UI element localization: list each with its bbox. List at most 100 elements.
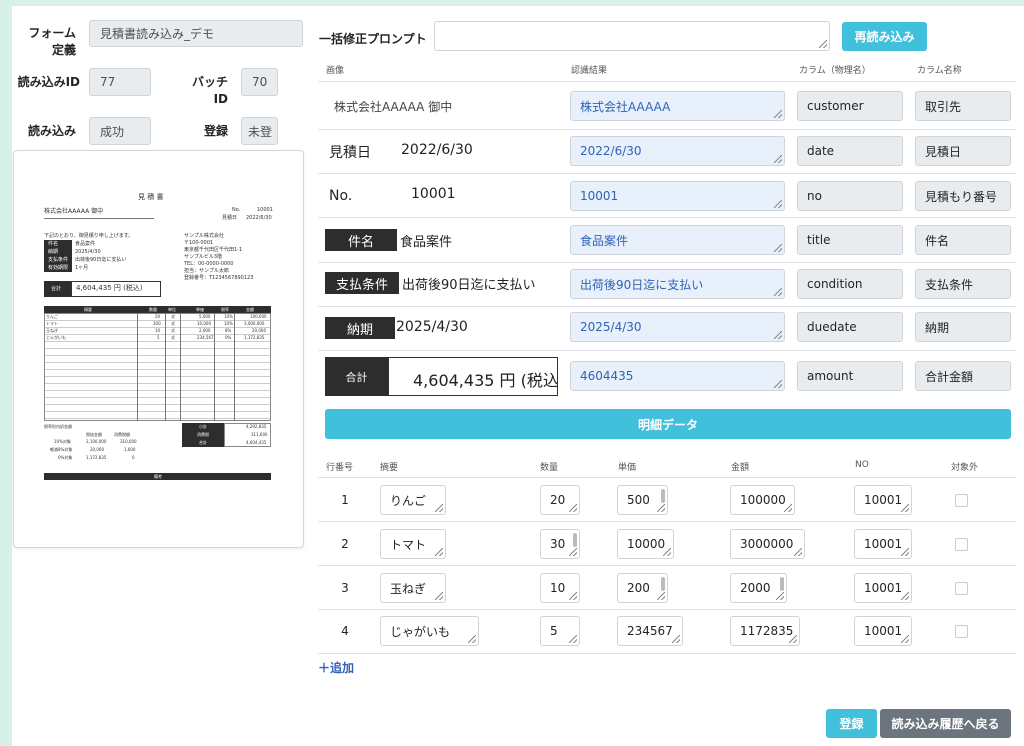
image-text: 食品案件 bbox=[400, 235, 453, 250]
doc-table-cell: 234,567 bbox=[197, 335, 214, 340]
doc-vendor-line: 担当：サンプル太郎 bbox=[184, 268, 229, 274]
detail-header-line: 行番号 bbox=[326, 463, 354, 473]
doc-info-value: 出荷後90日迄に支払い bbox=[75, 257, 127, 263]
back-to-history-button[interactable]: 読み込み履歴へ戻る bbox=[880, 709, 1011, 738]
resize-grip-icon bbox=[569, 635, 577, 643]
scrollbar[interactable] bbox=[780, 577, 784, 591]
detail-line-number: 1 bbox=[341, 493, 349, 507]
header-image: 画像 bbox=[326, 66, 345, 76]
exclude-checkbox[interactable] bbox=[955, 494, 968, 507]
detail-qty-input[interactable]: 20 bbox=[540, 485, 580, 515]
resize-grip-icon bbox=[901, 592, 909, 600]
detail-price-input[interactable]: 234567 bbox=[617, 616, 683, 646]
header-column-name: カラム名称 bbox=[917, 66, 962, 76]
add-row-link[interactable]: ＋追加 bbox=[318, 659, 354, 676]
detail-no-input[interactable]: 10001 bbox=[854, 573, 912, 603]
detail-no-input[interactable]: 10001 bbox=[854, 529, 912, 559]
doc-tax-cell: 1,600 bbox=[124, 447, 136, 452]
detail-qty-input[interactable]: 30 bbox=[540, 529, 580, 559]
result-input[interactable]: 2025/4/30 bbox=[570, 312, 785, 342]
resize-grip-icon bbox=[774, 244, 782, 252]
physical-name-field: condition bbox=[797, 269, 903, 299]
detail-item-input[interactable]: りんご bbox=[380, 485, 446, 515]
detail-price-input[interactable]: 10000 bbox=[617, 529, 674, 559]
register-button[interactable]: 登録 bbox=[826, 709, 877, 738]
resize-grip-icon bbox=[657, 592, 665, 600]
detail-item-input[interactable]: じゃがいも bbox=[380, 616, 479, 646]
doc-table-cell: 10 bbox=[155, 328, 161, 333]
doc-table-cell: りんご bbox=[46, 314, 58, 319]
doc-tax-cell: 20,000 bbox=[90, 447, 104, 452]
register-status-field: 未登 bbox=[241, 117, 278, 145]
doc-sum-label: 小計 bbox=[199, 424, 207, 429]
result-input[interactable]: 株式会社AAAAA bbox=[570, 91, 785, 121]
scrollbar[interactable] bbox=[661, 577, 665, 591]
image-label: 納期 bbox=[325, 317, 395, 339]
detail-item-input[interactable]: トマト bbox=[380, 529, 446, 559]
resize-grip-icon bbox=[435, 548, 443, 556]
column-name-field: 取引先 bbox=[915, 91, 1011, 121]
result-input[interactable]: 2022/6/30 bbox=[570, 136, 785, 166]
doc-tax-cell: 310,000 bbox=[120, 439, 137, 444]
doc-table-cell: 5 bbox=[157, 335, 160, 340]
exclude-checkbox[interactable] bbox=[955, 582, 968, 595]
exclude-checkbox[interactable] bbox=[955, 625, 968, 638]
exclude-checkbox[interactable] bbox=[955, 538, 968, 551]
result-input[interactable]: 4604435 bbox=[570, 361, 785, 391]
image-text: 2025/4/30 bbox=[396, 319, 468, 335]
image-text: 10001 bbox=[411, 186, 456, 202]
detail-amount-input[interactable]: 1172835 bbox=[730, 616, 800, 646]
load-id-field: 77 bbox=[89, 68, 151, 96]
prompt-input[interactable] bbox=[434, 21, 830, 51]
register-status-label: 登録 bbox=[203, 124, 228, 138]
detail-amount-input[interactable]: 100000 bbox=[730, 485, 795, 515]
doc-table-cell: 100,000 bbox=[250, 314, 267, 319]
doc-customer: 株式会社AAAAA 御中 bbox=[44, 208, 104, 215]
doc-no-value: 10001 bbox=[257, 207, 273, 213]
header-column-physical: カラム（物理名） bbox=[799, 66, 871, 76]
doc-table-cell: 式 bbox=[171, 314, 175, 319]
doc-no-label: No. bbox=[232, 207, 241, 213]
detail-line-number: 2 bbox=[341, 537, 349, 551]
doc-tax-header: 税抜金額 bbox=[86, 432, 102, 437]
detail-amount-input[interactable]: 3000000 bbox=[730, 529, 805, 559]
column-name-field: 見積もり番号 bbox=[915, 181, 1011, 211]
detail-item-input[interactable]: 玉ねぎ bbox=[380, 573, 446, 603]
doc-table-cell: 0% bbox=[225, 335, 232, 340]
detail-qty-input[interactable]: 10 bbox=[540, 573, 580, 603]
result-input[interactable]: 10001 bbox=[570, 181, 785, 211]
doc-table-cell: 3,000,000 bbox=[244, 321, 265, 326]
header-result: 認識結果 bbox=[571, 66, 608, 76]
column-name-field: 合計金額 bbox=[915, 361, 1011, 391]
detail-line-number: 3 bbox=[341, 581, 349, 595]
doc-sum-value: 4,292,835 bbox=[246, 424, 267, 429]
image-text: 4,604,435 円 (税込) bbox=[413, 371, 558, 390]
detail-no-input[interactable]: 10001 bbox=[854, 616, 912, 646]
resize-grip-icon bbox=[794, 548, 802, 556]
detail-price-input[interactable]: 500 bbox=[617, 485, 668, 515]
image-text: 出荷後90日迄に支払い bbox=[402, 278, 536, 293]
physical-name-field: amount bbox=[797, 361, 903, 391]
doc-vendor-line: 〒100-0001 bbox=[184, 240, 214, 246]
detail-price-input[interactable]: 200 bbox=[617, 573, 668, 603]
physical-name-field: no bbox=[797, 181, 903, 211]
doc-greeting: 下記のとおり、御見積り申し上げます。 bbox=[44, 233, 134, 239]
form-name-field: 見積書読み込み_デモ bbox=[89, 20, 303, 47]
doc-info-value: 1ヶ月 bbox=[75, 265, 89, 271]
detail-qty-input[interactable]: 5 bbox=[540, 616, 580, 646]
result-input[interactable]: 出荷後90日迄に支払い bbox=[570, 269, 785, 299]
prompt-label: 一括修正プロンプト bbox=[319, 32, 427, 46]
doc-info-label: 支払条件 bbox=[48, 257, 69, 263]
image-label: No. bbox=[329, 188, 353, 204]
doc-table-cell: 10,000 bbox=[197, 321, 211, 326]
scrollbar[interactable] bbox=[661, 489, 665, 503]
reload-button[interactable]: 再読み込み bbox=[842, 22, 927, 51]
doc-table-cell: 2,000 bbox=[199, 328, 211, 333]
doc-vendor-line: 登録番号：T1234567890123 bbox=[184, 275, 254, 281]
detail-amount-input[interactable]: 2000 bbox=[730, 573, 787, 603]
detail-no-input[interactable]: 10001 bbox=[854, 485, 912, 515]
doc-sum-label: 合計 bbox=[199, 440, 207, 445]
scrollbar[interactable] bbox=[573, 533, 577, 547]
physical-name-field: date bbox=[797, 136, 903, 166]
result-input[interactable]: 食品案件 bbox=[570, 225, 785, 255]
